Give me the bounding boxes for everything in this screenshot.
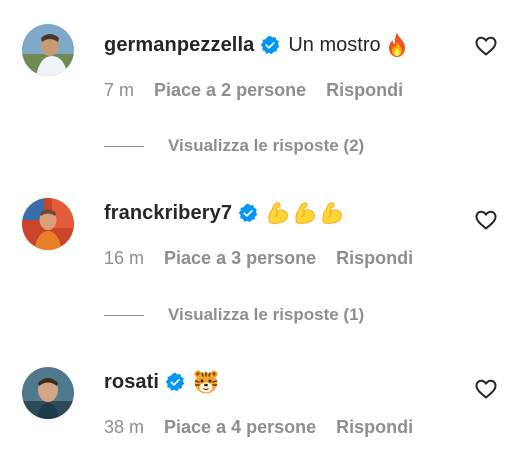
username[interactable]: germanpezzella [104, 34, 254, 57]
flexed-biceps-emoji-icon [295, 202, 315, 224]
view-replies-button[interactable]: Visualizza le risposte (2) [104, 136, 364, 156]
avatar[interactable] [22, 198, 74, 250]
fire-emoji-icon [388, 33, 405, 57]
comment-time: 38 m [104, 417, 145, 437]
verified-badge-icon [165, 372, 185, 392]
reply-button[interactable]: Rispondi [336, 417, 413, 438]
flexed-biceps-emoji-icon [268, 202, 288, 224]
reply-button[interactable]: Rispondi [336, 248, 413, 269]
heart-outline-icon[interactable] [474, 208, 498, 232]
avatar[interactable] [22, 367, 74, 419]
flexed-biceps-emoji-icon [322, 202, 342, 224]
verified-badge-icon [261, 35, 280, 55]
likes-count-link[interactable]: Piace a 2 persone [154, 80, 306, 101]
comment-meta: 38 m Piace a 4 persone Rispondi [104, 417, 413, 438]
comment-meta: 16 m Piace a 3 persone Rispondi [104, 248, 413, 269]
likes-count-link[interactable]: Piace a 4 persone [164, 417, 316, 438]
username[interactable]: rosati [104, 371, 159, 394]
comment-header: rosati [104, 367, 219, 397]
replies-divider [104, 145, 144, 147]
comment-header: germanpezzella Un mostro [104, 30, 407, 60]
comment-meta: 7 m Piace a 2 persone Rispondi [104, 80, 403, 101]
likes-count-link[interactable]: Piace a 3 persone [164, 248, 316, 269]
reply-button[interactable]: Rispondi [326, 80, 403, 101]
comment-time: 16 m [104, 248, 145, 268]
view-replies-label: Visualizza le risposte (2) [168, 136, 365, 155]
comment-text: Un mostro [288, 33, 381, 56]
comments-list: germanpezzella Un mostro 7 m Piace a 2 p… [0, 0, 528, 471]
tiger-face-emoji-icon [194, 370, 218, 394]
heart-outline-icon[interactable] [474, 377, 498, 401]
comment-time: 7 m [104, 80, 135, 100]
heart-outline-icon[interactable] [474, 34, 498, 58]
replies-divider [104, 314, 144, 316]
avatar[interactable] [22, 24, 74, 76]
view-replies-label: Visualizza le risposte (1) [168, 305, 365, 324]
view-replies-button[interactable]: Visualizza le risposte (1) [104, 305, 364, 325]
verified-badge-icon [238, 203, 258, 223]
username[interactable]: franckribery7 [104, 202, 232, 225]
comment-header: franckribery7 [104, 198, 344, 228]
